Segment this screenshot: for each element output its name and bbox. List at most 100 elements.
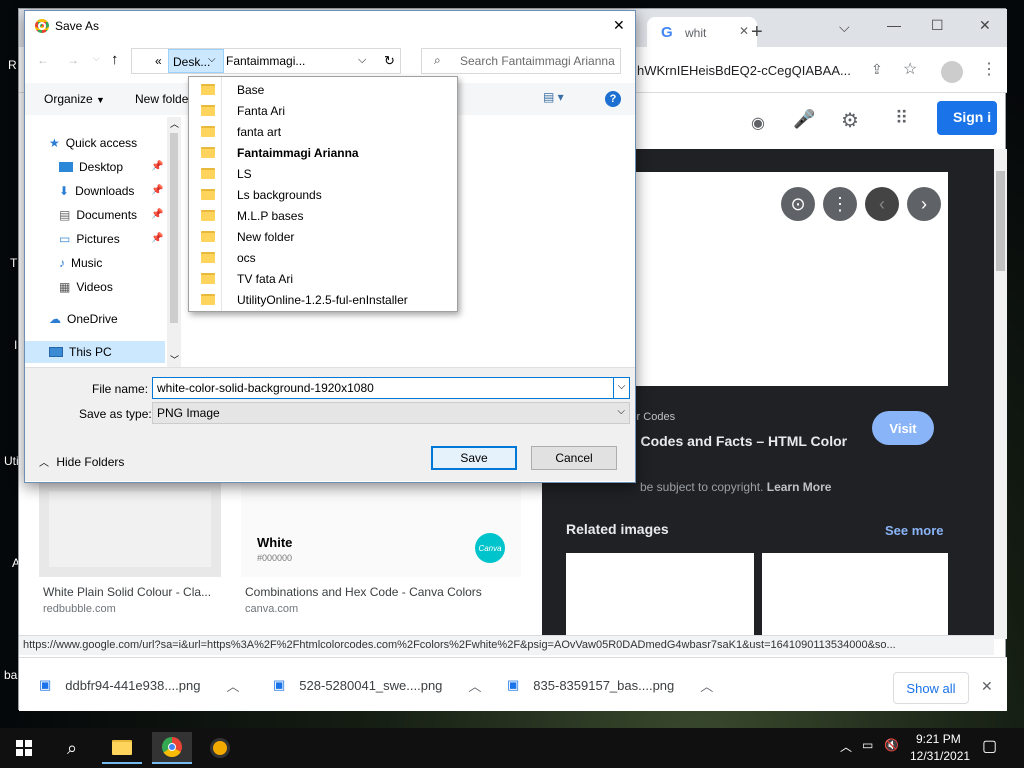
dropdown-folder-item[interactable]: LS bbox=[189, 163, 457, 184]
nav-item-onedrive[interactable]: ☁ OneDrive bbox=[49, 309, 118, 329]
bookmark-star-icon[interactable]: ☆ bbox=[903, 59, 917, 79]
chrome-taskbar-icon[interactable] bbox=[152, 732, 192, 764]
result-thumbnail-canva[interactable]: White #000000 Canva bbox=[241, 481, 521, 577]
nav-item-documents[interactable]: ▤ Documents bbox=[59, 205, 137, 225]
organize-menu[interactable]: Organize ▼ bbox=[44, 92, 105, 106]
address-dropdown-icon[interactable]: ⌵ bbox=[358, 54, 366, 67]
file-name-field[interactable]: white-color-solid-background-1920x1080 ⌵ bbox=[152, 377, 630, 399]
sign-in-button[interactable]: Sign i bbox=[937, 101, 997, 135]
apps-grid-icon[interactable]: ⠿ bbox=[895, 108, 908, 129]
tab-search-icon[interactable]: ⌵ bbox=[839, 19, 850, 36]
visit-button[interactable]: Visit bbox=[872, 411, 934, 445]
new-folder-button[interactable]: New folde bbox=[135, 92, 188, 106]
camera-icon[interactable]: ◉ bbox=[751, 113, 765, 133]
help-icon[interactable]: ? bbox=[605, 91, 621, 107]
preview-title[interactable]: r, Codes and Facts – HTML Color bbox=[628, 433, 847, 449]
new-tab-button[interactable]: + bbox=[751, 21, 763, 44]
nav-label: Music bbox=[71, 256, 103, 270]
scroll-up-icon[interactable]: ︿ bbox=[170, 117, 179, 130]
breadcrumb[interactable]: « Desk... ⌵ Fantaimmagi... ⌵ ↻ bbox=[131, 48, 401, 74]
next-icon[interactable]: › bbox=[907, 187, 941, 221]
vpn-app-icon[interactable] bbox=[200, 732, 240, 764]
scrollbar-thumb[interactable] bbox=[996, 171, 1005, 271]
dropdown-folder-item[interactable]: M.L.P bases bbox=[189, 205, 457, 226]
minimize-icon[interactable]: — bbox=[887, 17, 901, 33]
close-window-icon[interactable]: ✕ bbox=[979, 17, 991, 34]
scrollbar-thumb[interactable] bbox=[170, 133, 178, 323]
dropdown-folder-item[interactable]: ocs bbox=[189, 247, 457, 268]
learn-more-link[interactable]: Learn More bbox=[767, 480, 832, 494]
nav-item-downloads[interactable]: ⬇ Downloads bbox=[59, 181, 134, 201]
result-title[interactable]: Combinations and Hex Code - Canva Colors bbox=[245, 585, 482, 599]
chevron-up-icon[interactable]: ︿ bbox=[468, 676, 481, 695]
nav-item-desktop[interactable]: Desktop bbox=[59, 157, 123, 177]
close-tab-icon[interactable]: ✕ bbox=[739, 24, 749, 38]
browser-tab[interactable]: G whit ✕ bbox=[647, 17, 757, 47]
save-as-type-select[interactable]: PNG Image ⌵ bbox=[152, 402, 630, 424]
download-item[interactable]: ▣ 528-5280041_swe....png ︿ bbox=[273, 668, 481, 702]
show-hidden-icons-icon[interactable]: ︿ bbox=[840, 738, 852, 755]
dropdown-folder-item[interactable]: Ls backgrounds bbox=[189, 184, 457, 205]
file-explorer-icon[interactable] bbox=[102, 732, 142, 764]
page-scrollbar[interactable] bbox=[994, 149, 1007, 639]
dropdown-folder-item[interactable]: UtilityOnline-1.2.5-ful-enInstaller bbox=[189, 289, 457, 310]
result-title[interactable]: White Plain Solid Colour - Cla... bbox=[43, 585, 211, 599]
share-icon[interactable]: ⇪ bbox=[871, 61, 883, 78]
url-text[interactable]: hWKrnIEHeisBdEQ2-cCegQIABAA... bbox=[637, 63, 851, 78]
show-all-button[interactable]: Show all bbox=[893, 672, 969, 704]
view-options-icon[interactable]: ▤ ▾ bbox=[543, 90, 564, 104]
download-item[interactable]: ▣ ddbfr94-441e938....png ︿ bbox=[39, 668, 239, 702]
close-dialog-icon[interactable]: ✕ bbox=[613, 17, 625, 34]
scroll-down-icon[interactable]: ﹀ bbox=[170, 353, 179, 366]
hide-folders-toggle[interactable]: ︿ Hide Folders bbox=[39, 454, 124, 469]
related-image[interactable] bbox=[566, 553, 754, 639]
settings-gear-icon[interactable]: ⚙ bbox=[841, 108, 859, 133]
volume-muted-icon[interactable]: 🔇 bbox=[884, 738, 899, 752]
clock-date[interactable]: 12/31/2021 bbox=[910, 749, 970, 763]
chevron-up-icon[interactable]: ︿ bbox=[226, 676, 239, 695]
refresh-icon[interactable]: ↻ bbox=[384, 53, 395, 69]
nav-item-quick-access[interactable]: ★ Quick access bbox=[49, 133, 137, 153]
profile-icon[interactable] bbox=[941, 61, 963, 83]
dropdown-folder-item[interactable]: Fantaimmagi Arianna bbox=[189, 142, 457, 163]
more-options-icon[interactable]: ⋮ bbox=[823, 187, 857, 221]
nav-item-pictures[interactable]: ▭ Pictures bbox=[59, 229, 120, 249]
start-button[interactable] bbox=[4, 732, 44, 764]
breadcrumb-overflow[interactable]: « bbox=[155, 54, 162, 68]
breadcrumb-desktop-chevron-icon[interactable]: ⌵ bbox=[208, 54, 216, 65]
download-item[interactable]: ▣ 835-8359157_bas....png ︿ bbox=[507, 668, 713, 702]
search-icon[interactable]: ⌕ bbox=[52, 732, 92, 764]
forward-arrow-icon[interactable]: → bbox=[67, 53, 79, 67]
dropdown-folder-item[interactable]: fanta art bbox=[189, 121, 457, 142]
maximize-icon[interactable]: ☐ bbox=[931, 17, 944, 34]
chevron-up-icon[interactable]: ︿ bbox=[700, 676, 713, 695]
notification-icon[interactable]: ▢ bbox=[982, 736, 997, 756]
close-downloads-icon[interactable]: ✕ bbox=[981, 678, 993, 695]
visit-label: Visit bbox=[889, 420, 917, 436]
see-more-link[interactable]: See more bbox=[885, 523, 944, 538]
previous-icon[interactable]: ‹ bbox=[865, 187, 899, 221]
nav-item-music[interactable]: ♪ Music bbox=[59, 253, 102, 273]
dropdown-folder-item[interactable]: TV fata Ari bbox=[189, 268, 457, 289]
lens-icon[interactable]: ⊙ bbox=[781, 187, 815, 221]
nav-scrollbar[interactable]: ︿ ﹀ bbox=[167, 117, 181, 367]
save-button[interactable]: Save bbox=[431, 446, 517, 470]
file-name-dropdown-icon[interactable]: ⌵ bbox=[613, 378, 629, 398]
recent-locations-icon[interactable]: ⌵ bbox=[93, 53, 100, 64]
nav-item-videos[interactable]: ▦ Videos bbox=[59, 277, 113, 297]
dialog-search-box[interactable]: ⌕ Search Fantaimmagi Arianna bbox=[421, 48, 621, 74]
network-icon[interactable]: ▭ bbox=[862, 738, 873, 752]
cancel-button[interactable]: Cancel bbox=[531, 446, 617, 470]
breadcrumb-folder[interactable]: Fantaimmagi... bbox=[226, 54, 305, 68]
clock-time[interactable]: 9:21 PM bbox=[916, 732, 961, 746]
result-thumbnail-white[interactable] bbox=[39, 481, 221, 577]
nav-item-this-pc[interactable]: This PC bbox=[25, 341, 165, 363]
up-arrow-icon[interactable]: ↑ bbox=[111, 51, 119, 68]
dropdown-folder-item[interactable]: New folder bbox=[189, 226, 457, 247]
back-arrow-icon[interactable]: ← bbox=[37, 53, 49, 67]
dropdown-folder-item[interactable]: Base bbox=[189, 79, 457, 100]
related-image[interactable] bbox=[762, 553, 948, 639]
dropdown-folder-item[interactable]: Fanta Ari bbox=[189, 100, 457, 121]
mic-icon[interactable]: 🎤 bbox=[793, 109, 815, 130]
chrome-menu-icon[interactable]: ⋮ bbox=[981, 59, 997, 79]
